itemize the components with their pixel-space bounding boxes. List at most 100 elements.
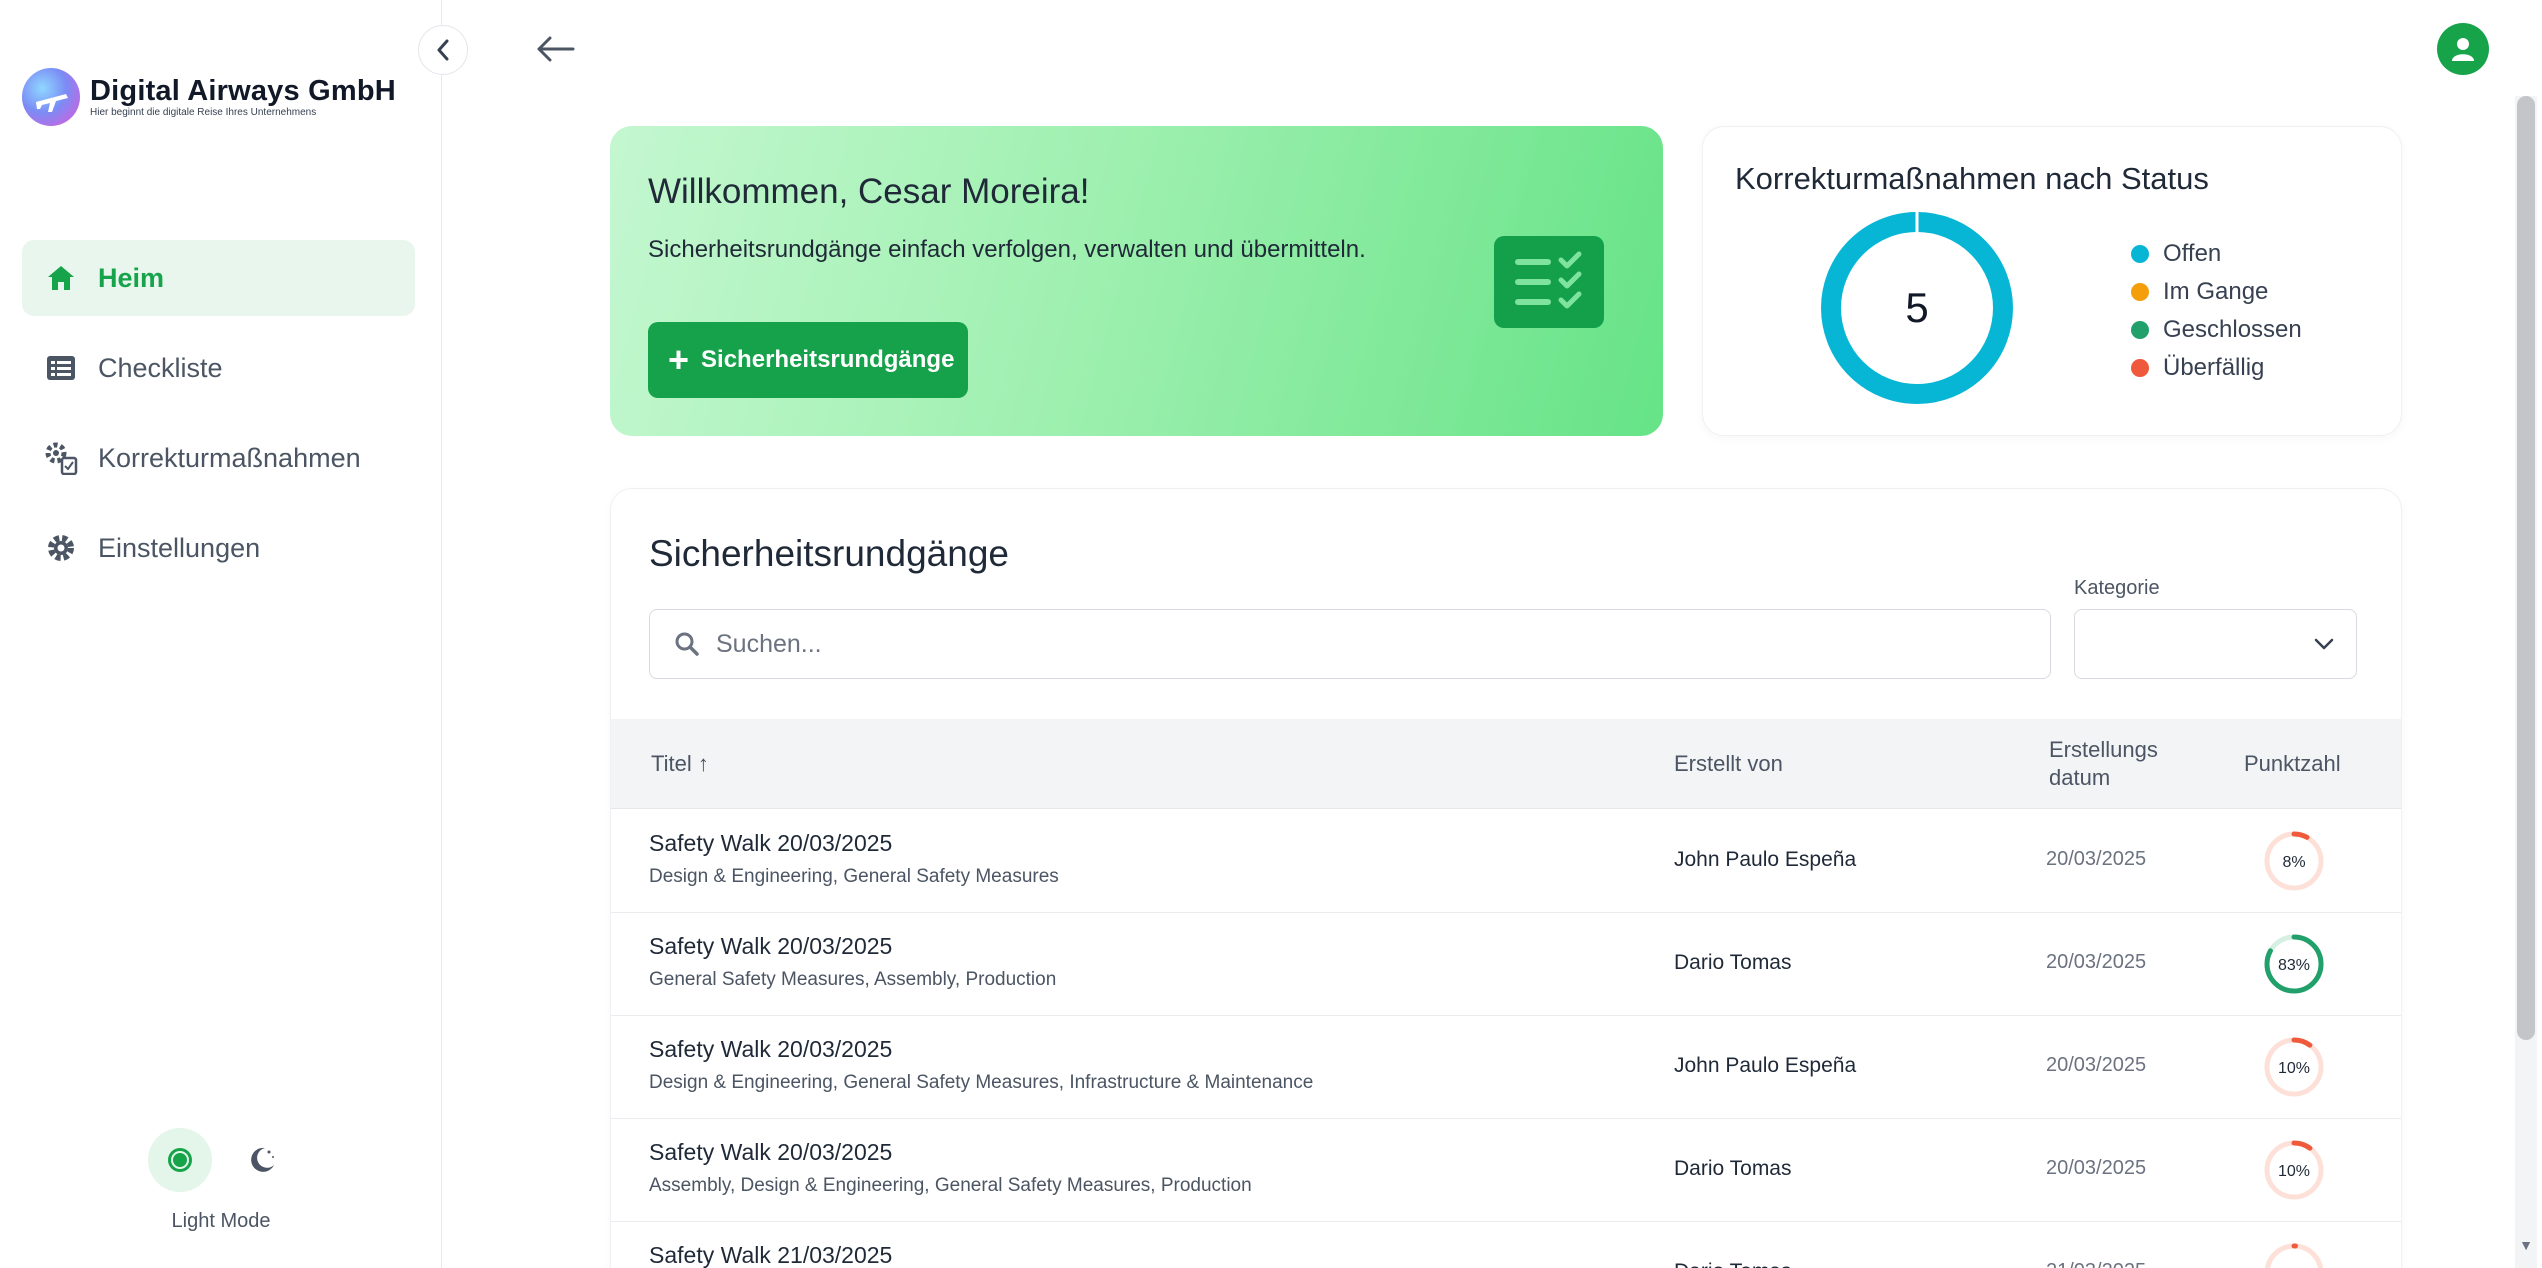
score-ring: 8% (2264, 831, 2324, 891)
back-button[interactable] (530, 26, 580, 72)
safety-walks-card: Sicherheitsrundgänge Kategorie Titel ↑ E… (610, 488, 2402, 1268)
sidebar-item-heim[interactable]: Heim (22, 240, 415, 316)
status-card-title: Korrekturmaßnahmen nach Status (1735, 161, 2209, 196)
walk-author: John Paulo Espeña (1674, 848, 1857, 871)
walk-title: Safety Walk 21/03/2025 (649, 1242, 893, 1268)
score-value: 83% (2278, 957, 2310, 974)
walk-date: 20/03/2025 (2046, 951, 2147, 973)
sidebar-item-checkliste[interactable]: Checkliste (22, 330, 415, 406)
category-label: Kategorie (2074, 577, 2160, 599)
legend-item-im-gange[interactable]: Im Gange (2131, 273, 2302, 311)
status-legend: Offen Im Gange Geschlossen Überfällig (2131, 235, 2302, 387)
welcome-subtitle: Sicherheitsrundgänge einfach verfolgen, … (648, 236, 1366, 263)
column-header-score: Punktzahl (2244, 751, 2341, 776)
legend-label: Überfällig (2163, 354, 2265, 381)
column-header-title[interactable]: Titel ↑ (651, 719, 709, 809)
new-safety-walk-label: Sicherheitsrundgänge (701, 346, 955, 373)
walk-date: 20/03/2025 (2046, 1157, 2147, 1179)
walk-author: Dario Tomas (1674, 951, 1792, 974)
legend-item-geschlossen[interactable]: Geschlossen (2131, 311, 2302, 349)
table-header: Titel ↑ Erstellt von Erstellungs datum P… (611, 719, 2401, 809)
checklist-icon (44, 351, 78, 385)
score-ring: 83% (2264, 934, 2324, 994)
welcome-title: Willkommen, Cesar Moreira! (648, 172, 1090, 211)
score-ring-track (2264, 1243, 2324, 1268)
legend-item-offen[interactable]: Offen (2131, 235, 2302, 273)
theme-label: Light Mode (171, 1210, 271, 1232)
welcome-card: Willkommen, Cesar Moreira! Sicherheitsru… (610, 126, 1663, 436)
checklist-icon (1494, 236, 1604, 328)
walk-categories: Design & Engineering, General Safety Mea… (649, 866, 1059, 887)
user-icon (2452, 38, 2474, 61)
theme-switch (148, 1128, 294, 1192)
chevron-down-icon (2314, 638, 2334, 650)
walk-categories: Design & Engineering, General Safety Mea… (649, 1072, 1314, 1093)
score-value: 10% (2278, 1060, 2310, 1077)
walk-date: 20/03/2025 (2046, 848, 2147, 870)
globe-airplane-icon (22, 68, 80, 126)
user-avatar-button[interactable] (2437, 23, 2489, 75)
walk-author: Dario Tomas (1674, 1260, 1792, 1268)
table-row[interactable]: Safety Walk 21/03/2025 Dario Tomas 21/03/2… (611, 1222, 2401, 1268)
sidebar-item-label: Korrekturmaßnahmen (98, 442, 361, 473)
new-safety-walk-button[interactable]: + Sicherheitsrundgänge (648, 322, 968, 398)
legend-dot (2131, 359, 2149, 377)
arrow-left-icon (537, 36, 575, 62)
legend-dot (2131, 321, 2149, 339)
moon-icon[interactable] (230, 1128, 294, 1192)
table-row[interactable]: Safety Walk 20/03/2025 Design & Engineeri… (611, 810, 2401, 913)
safety-walks-title: Sicherheitsrundgänge (649, 533, 1009, 574)
donut-total: 5 (1905, 284, 1928, 331)
sidebar-item-label: Einstellungen (98, 532, 261, 563)
sidebar-item-korrekturmassnahmen[interactable]: Korrekturmaßnahmen (22, 420, 415, 496)
chevron-left-icon (437, 39, 449, 61)
gears-clipboard-icon (44, 441, 78, 475)
score-value: 10% (2278, 1163, 2310, 1180)
sidebar-item-einstellungen[interactable]: Einstellungen (22, 510, 415, 586)
table-row[interactable]: Safety Walk 20/03/2025 Design & Engineeri… (611, 1016, 2401, 1119)
home-icon (44, 261, 78, 295)
collapse-sidebar-button[interactable] (418, 25, 468, 75)
score-ring: 10% (2264, 1140, 2324, 1200)
status-donut-chart[interactable]: 5 (1818, 209, 2016, 407)
walk-date: 20/03/2025 (2046, 1054, 2147, 1076)
legend-dot (2131, 245, 2149, 263)
walk-title: Safety Walk 20/03/2025 (649, 830, 893, 856)
brand-name: Digital Airways GmbH (90, 75, 396, 107)
sidebar-nav: Heim Checkliste Korrekturmaßnahmen Einst… (22, 240, 415, 600)
score-ring: 10% (2264, 1037, 2324, 1097)
search-field[interactable] (649, 609, 2051, 679)
plus-icon: + (668, 339, 690, 380)
walk-author: John Paulo Espeña (1674, 1054, 1857, 1077)
category-select[interactable] (2074, 609, 2357, 679)
legend-label: Im Gange (2163, 278, 2269, 305)
score-value: 8% (2282, 854, 2305, 871)
legend-label: Geschlossen (2163, 316, 2302, 343)
score-ring: 0% (2264, 1243, 2324, 1268)
brand-logo[interactable]: Digital Airways GmbH Hier beginnt die di… (22, 68, 396, 126)
search-input[interactable] (716, 629, 2016, 659)
sidebar-item-label: Checkliste (98, 352, 223, 383)
brand-tagline: Hier beginnt die digitale Reise Ihres Un… (90, 107, 317, 118)
walk-date: 21/03/2025 (2046, 1260, 2146, 1268)
scrollbar-thumb[interactable] (2517, 96, 2535, 1040)
search-icon (675, 632, 699, 656)
sidebar: Digital Airways GmbH Hier beginnt die di… (0, 0, 442, 1268)
walk-title: Safety Walk 20/03/2025 (649, 1036, 893, 1062)
walk-categories: General Safety Measures, Assembly, Produ… (649, 969, 1057, 990)
sun-icon[interactable] (148, 1128, 212, 1192)
table-row[interactable]: Safety Walk 20/03/2025 General Safety Mea… (611, 913, 2401, 1016)
column-header-author: Erstellt von (1674, 751, 1783, 776)
sidebar-item-label: Heim (98, 262, 165, 293)
table-row[interactable]: Safety Walk 20/03/2025 Assembly, Design &… (611, 1119, 2401, 1222)
walk-author: Dario Tomas (1674, 1157, 1792, 1180)
column-header-date: Erstellungs datum (2049, 737, 2158, 790)
legend-item-ueberfaellig[interactable]: Überfällig (2131, 349, 2302, 387)
gear-icon (44, 531, 78, 565)
legend-label: Offen (2163, 240, 2222, 267)
walk-title: Safety Walk 20/03/2025 (649, 1139, 893, 1165)
legend-dot (2131, 283, 2149, 301)
scroll-down-arrow[interactable]: ▼ (2517, 1236, 2535, 1254)
walk-title: Safety Walk 20/03/2025 (649, 933, 893, 959)
status-card: Korrekturmaßnahmen nach Status 5 Offen I… (1702, 126, 2402, 436)
